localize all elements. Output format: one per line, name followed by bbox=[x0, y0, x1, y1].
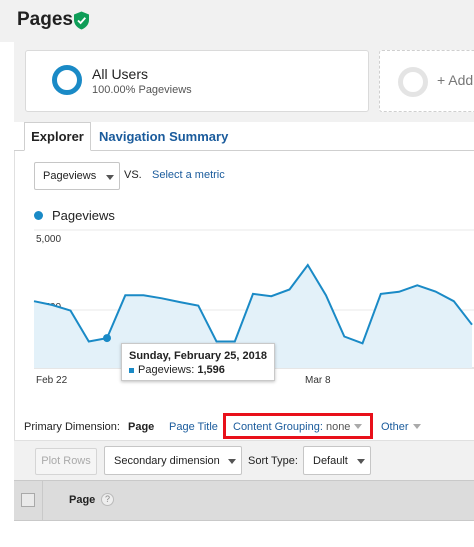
page-title: Pages bbox=[17, 9, 73, 30]
shield-check-icon bbox=[74, 11, 89, 30]
add-segment-button[interactable]: + Add bbox=[379, 50, 474, 112]
tab-navigation-summary[interactable]: Navigation Summary bbox=[99, 129, 228, 144]
chart-tooltip: Sunday, February 25, 2018 Pageviews: 1,5… bbox=[121, 343, 275, 381]
chevron-down-icon bbox=[354, 424, 363, 429]
sort-type-label: Sort Type: bbox=[248, 455, 298, 467]
legend-label: Pageviews bbox=[52, 208, 115, 223]
x-tick-label: Feb 22 bbox=[36, 375, 68, 386]
plot-rows-button[interactable]: Plot Rows bbox=[35, 448, 97, 475]
sort-type-dropdown[interactable]: Default bbox=[303, 446, 371, 475]
secondary-dimension-label: Secondary dimension bbox=[114, 455, 220, 467]
chart-points bbox=[103, 334, 111, 343]
chevron-down-icon bbox=[412, 424, 421, 429]
tooltip-date: Sunday, February 25, 2018 bbox=[129, 350, 267, 362]
help-circle-icon[interactable]: ? bbox=[101, 493, 114, 506]
select-all-checkbox[interactable] bbox=[21, 493, 35, 507]
segment-donut-icon bbox=[52, 65, 82, 95]
secondary-dimension-dropdown[interactable]: Secondary dimension bbox=[104, 446, 242, 475]
y-tick-label: 5,000 bbox=[36, 234, 61, 245]
add-segment-label: + Add bbox=[437, 72, 474, 88]
content-grouping-label: Content Grouping: bbox=[233, 421, 323, 433]
data-point[interactable] bbox=[103, 334, 111, 343]
dimension-page[interactable]: Page bbox=[128, 421, 154, 433]
empty-segment-donut-icon bbox=[398, 67, 428, 97]
x-tick-label: Mar 8 bbox=[305, 375, 331, 386]
other-dimension-dropdown[interactable]: Other bbox=[381, 421, 421, 433]
tab-explorer[interactable]: Explorer bbox=[24, 122, 91, 151]
legend-marker bbox=[34, 211, 43, 220]
segment-name: All Users bbox=[92, 66, 149, 82]
segment-subtitle: 100.00% Pageviews bbox=[92, 84, 192, 96]
tooltip-metric-label: Pageviews: bbox=[138, 364, 195, 376]
vs-label: VS. bbox=[124, 169, 142, 181]
select-metric-link[interactable]: Select a metric bbox=[152, 169, 225, 181]
content-grouping-value: none bbox=[325, 421, 351, 433]
sort-type-value: Default bbox=[313, 455, 348, 467]
other-label: Other bbox=[381, 421, 409, 433]
tooltip-series-marker bbox=[129, 368, 134, 373]
chevron-down-icon bbox=[228, 459, 236, 464]
tooltip-metric: Pageviews: 1,596 bbox=[138, 364, 225, 376]
metric-dropdown[interactable]: Pageviews bbox=[34, 162, 120, 190]
metric-dropdown-label: Pageviews bbox=[43, 170, 97, 182]
table-body bbox=[14, 520, 474, 547]
primary-dimension-label: Primary Dimension: bbox=[24, 421, 120, 433]
dimension-page-title[interactable]: Page Title bbox=[169, 421, 218, 433]
chevron-down-icon bbox=[106, 175, 114, 180]
segment-card-all-users[interactable]: All Users 100.00% Pageviews bbox=[25, 50, 369, 112]
chevron-down-icon bbox=[357, 459, 365, 464]
column-header-page[interactable]: Page bbox=[69, 494, 95, 506]
content-grouping-dropdown[interactable]: Content Grouping: none bbox=[233, 421, 363, 433]
tooltip-value: 1,596 bbox=[197, 364, 225, 376]
